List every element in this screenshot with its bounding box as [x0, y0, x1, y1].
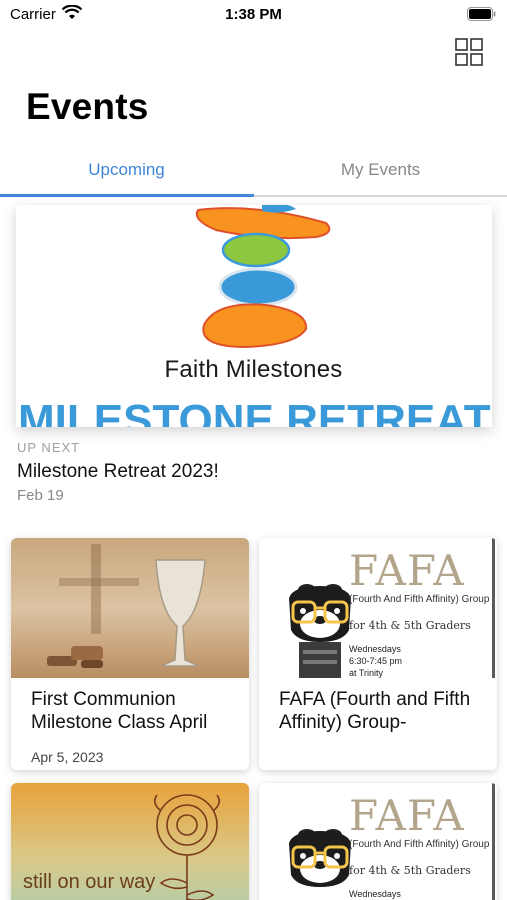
fafa-schedule-line: Wednesdays: [349, 644, 401, 654]
fafa-heading: FAFA: [349, 546, 465, 595]
tab-bar: Upcoming My Events: [0, 150, 507, 197]
fafa-schedule: Wednesdays 6:30-7:45 pm at Trinity: [349, 643, 402, 678]
fafa-schedule-line: Wednesdays: [349, 889, 401, 899]
featured-event-date: Feb 19: [17, 487, 64, 504]
featured-banner-brand: Faith Milestones: [164, 356, 343, 383]
banner-retreat-text: MILESTONE RETREAT: [18, 396, 491, 427]
page-title: Events: [26, 86, 149, 127]
tab-upcoming[interactable]: Upcoming: [0, 150, 253, 195]
communion-image: [11, 538, 249, 678]
card-title: First Communion Milestone Class April: [31, 689, 208, 733]
up-next-label: UP NEXT: [17, 440, 81, 455]
card-title: FAFA (Fourth and Fifth Affinity) Group-: [279, 689, 471, 733]
faith-milestones-logo: MILESTONE RETREAT: [18, 205, 491, 427]
card-date: Apr 5, 2023: [31, 749, 104, 765]
tab-my-events[interactable]: My Events: [254, 150, 507, 195]
fafa-subtitle: (Fourth And Fifth Affinity) Group: [349, 594, 490, 605]
fafa-image: FAFA (Fourth And Fifth Affinity) Group f…: [259, 783, 497, 900]
fafa-schedule-line: 6:30-7:45 pm: [349, 656, 403, 666]
featured-event-title[interactable]: Milestone Retreat 2023!: [17, 461, 219, 483]
fafa-schedule: Wednesdays: [349, 888, 401, 900]
still-on-our-way-image: still on our way: [11, 783, 249, 900]
event-card[interactable]: First Communion Milestone Class April Ap…: [11, 538, 249, 770]
fafa-subtitle: (Fourth And Fifth Affinity) Group: [349, 839, 490, 850]
tab-indicator: [0, 194, 254, 197]
featured-event-card[interactable]: MILESTONE RETREAT: [16, 205, 492, 427]
battery-icon: [467, 7, 496, 21]
fafa-image: FAFA (Fourth And Fifth Affinity) Group f…: [259, 538, 497, 678]
event-card[interactable]: FAFA (Fourth And Fifth Affinity) Group f…: [259, 538, 497, 770]
fafa-heading: FAFA: [349, 791, 465, 840]
fafa-schedule-line: at Trinity: [349, 668, 384, 678]
grid-icon[interactable]: [455, 38, 483, 66]
event-card[interactable]: still on our way: [11, 783, 249, 900]
event-card[interactable]: FAFA (Fourth And Fifth Affinity) Group f…: [259, 783, 497, 900]
fafa-grades: for 4th & 5th Graders: [349, 864, 471, 877]
status-time: 1:38 PM: [225, 6, 282, 23]
status-bar: Carrier 1:38 PM: [0, 0, 507, 30]
still-on-our-way-text: still on our way: [23, 871, 156, 893]
fafa-grades: for 4th & 5th Graders: [349, 619, 471, 632]
